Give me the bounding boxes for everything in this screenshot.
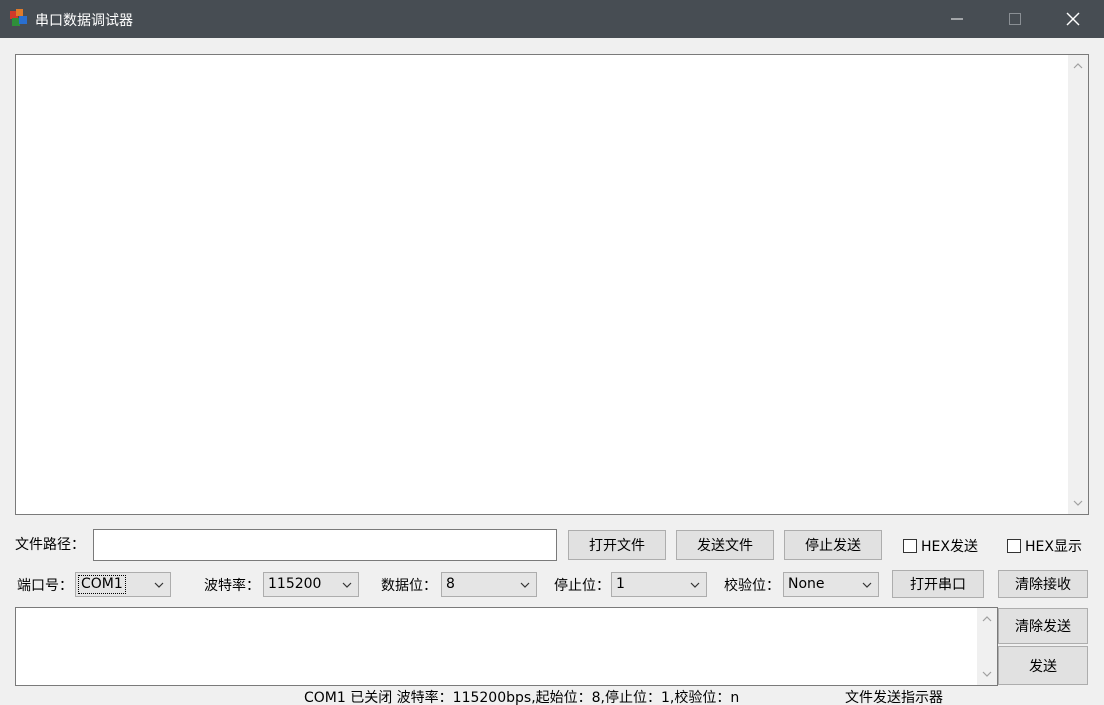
open-file-button[interactable]: 打开文件 [568,530,666,560]
scroll-down-icon[interactable] [982,669,992,679]
file-send-indicator: 文件发送指示器 [845,690,943,705]
chevron-down-icon [342,582,352,588]
close-icon [1066,12,1080,26]
window-title: 串口数据调试器 [35,13,133,29]
receive-scrollbar[interactable] [1068,55,1088,514]
stop-bits-select[interactable]: 1 [611,572,707,597]
receive-textarea[interactable] [15,54,1089,515]
send-textarea[interactable] [15,607,998,686]
port-value: COM1 [78,575,126,594]
hex-send-label: HEX发送 [921,539,978,555]
data-bits-select[interactable]: 8 [441,572,537,597]
scroll-up-icon[interactable] [982,614,992,624]
stop-bits-label: 停止位： [554,578,610,594]
baud-value: 115200 [268,576,322,592]
send-scrollbar[interactable] [977,608,997,685]
tricolor-cubes-icon [10,9,27,26]
parity-select[interactable]: None [783,572,879,597]
baud-select[interactable]: 115200 [263,572,359,597]
file-path-input[interactable] [93,529,557,561]
hex-send-checkbox[interactable]: HEX发送 [903,536,978,556]
hex-display-box[interactable] [1007,539,1021,553]
scroll-down-icon[interactable] [1073,498,1083,508]
file-path-label: 文件路径： [15,537,85,553]
chevron-down-icon [520,582,530,588]
chevron-down-icon [862,582,872,588]
port-label: 端口号： [17,578,73,594]
close-button[interactable] [1044,0,1102,38]
serial-debugger-window: 串口数据调试器 文件路径： 打开文件 发送文件 停止发送 HEX发送 HEX显示… [0,0,1104,705]
maximize-button[interactable] [986,0,1044,38]
stop-bits-value: 1 [616,576,625,592]
data-bits-label: 数据位： [381,578,437,594]
send-button[interactable]: 发送 [998,646,1088,685]
clear-send-button[interactable]: 清除发送 [998,608,1088,644]
baud-label: 波特率： [204,578,260,594]
data-bits-value: 8 [446,576,455,592]
hex-display-label: HEX显示 [1025,539,1082,555]
hex-display-checkbox[interactable]: HEX显示 [1007,536,1082,556]
maximize-icon [1009,13,1021,25]
hex-send-box[interactable] [903,539,917,553]
clear-receive-button[interactable]: 清除接收 [998,570,1088,598]
stop-send-button[interactable]: 停止发送 [784,530,882,560]
send-file-button[interactable]: 发送文件 [676,530,774,560]
minimize-button[interactable] [928,0,986,38]
scroll-up-icon[interactable] [1073,61,1083,71]
title-bar[interactable]: 串口数据调试器 [0,0,1104,38]
port-status-text: COM1 已关闭 波特率：115200bps,起始位：8,停止位：1,校验位：n [304,690,740,705]
chevron-down-icon [154,582,164,588]
open-port-button[interactable]: 打开串口 [892,570,984,598]
port-select[interactable]: COM1 [75,572,171,597]
minimize-icon [951,18,963,20]
chevron-down-icon [690,582,700,588]
parity-label: 校验位： [724,578,780,594]
parity-value: None [788,576,825,592]
